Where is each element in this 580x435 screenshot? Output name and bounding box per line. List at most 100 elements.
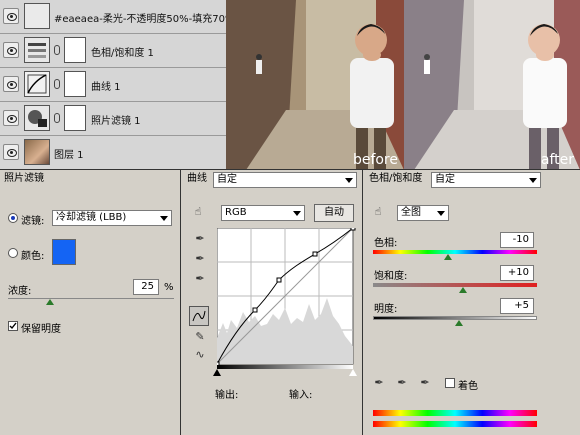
hue-input[interactable]: -10 [500,232,534,248]
chevron-down-icon [345,178,353,183]
saturation-label: 饱和度: [374,271,408,282]
gray-eyedropper-icon[interactable]: ✒ [193,252,207,266]
output-label: 输出: [215,390,239,401]
lightness-label: 明度: [374,304,398,315]
hue-saturation-adjustment-icon [24,37,50,63]
eye-icon[interactable] [3,110,19,126]
layer-thumbnail [24,3,50,29]
hue-label: 色相: [374,238,398,249]
density-slider-handle[interactable] [45,299,54,305]
hue-sat-preset-value: 自定 [435,174,455,185]
filter-value: 冷却滤镜 (LBB) [56,212,127,223]
chevron-down-icon [293,211,301,216]
density-slider-track[interactable] [8,298,174,299]
chevron-down-icon [160,216,168,221]
saturation-input[interactable]: +10 [500,265,534,281]
curves-adjustment-icon [24,71,50,97]
color-radio[interactable] [8,248,18,258]
input-label: 输入: [289,390,313,401]
layer-row[interactable]: 照片滤镜 1 [0,102,226,136]
density-label: 浓度: [8,286,32,297]
color-bar-top [373,410,537,416]
chevron-down-icon [529,178,537,183]
colorize-label: 着色 [458,381,478,392]
curves-graph[interactable] [217,228,357,370]
after-photo: after [404,0,580,170]
auto-button[interactable]: 自动 [314,204,354,222]
range-value: 全图 [401,207,421,218]
photo-filter-adjustment-icon [24,105,50,131]
eye-icon[interactable] [3,8,19,24]
layer-row[interactable]: 色相/饱和度 1 [0,34,226,68]
curves-preset-value: 自定 [217,174,237,185]
curves-panel: 曲线 自定 ☝ RGB 自动 ✒ ✒ ✒ ✎ ∿ 输出: 输入: [181,170,362,435]
density-unit: % [164,282,174,293]
layer-name: 照片滤镜 1 [91,116,141,127]
layers-panel: #eaeaea-柔光-不透明度50%-填充70% 色相/饱和度 1 曲线 1 照… [0,0,235,170]
before-caption: before [352,152,398,168]
panel-title: 曲线 [187,173,207,184]
eyedropper-icon[interactable]: ✒ [372,376,386,390]
filter-radio[interactable] [8,213,18,223]
hue-slider-handle[interactable] [444,254,452,260]
layer-name: 曲线 1 [91,82,121,93]
color-swatch[interactable] [52,239,76,265]
colorize-checkbox[interactable] [445,378,455,388]
link-icon [54,113,60,123]
saturation-slider-handle[interactable] [459,287,467,293]
panel-divider [0,169,580,170]
comparison-photos: before after [226,0,580,170]
layer-name: 图层 1 [54,150,84,161]
link-icon [54,79,60,89]
before-photo: before [226,0,404,170]
link-icon [54,45,60,55]
photo-filter-panel: 照片滤镜 滤镜: 冷却滤镜 (LBB) 颜色: 浓度: 25 % 保留明度 [0,170,180,435]
layer-row[interactable]: 曲线 1 [0,68,226,102]
preserve-luminosity-checkbox[interactable] [8,321,18,331]
layer-row[interactable]: 图层 1 [0,136,226,169]
layer-thumbnail [24,139,50,165]
filter-label: 滤镜: [21,216,45,227]
channel-select[interactable]: RGB [221,205,305,221]
target-adjust-icon[interactable]: ☝ [371,205,385,219]
eye-icon[interactable] [3,76,19,92]
curves-preset-select[interactable]: 自定 [213,172,357,188]
pencil-icon[interactable]: ✎ [193,330,207,344]
curve-point-tool-icon[interactable] [189,306,209,326]
white-point-slider[interactable] [349,369,357,376]
layer-mask [64,105,86,131]
panel-divider [362,170,363,435]
panel-divider [180,170,181,435]
panel-title: 色相/饱和度 [369,173,423,184]
eye-icon[interactable] [3,42,19,58]
density-input[interactable]: 25 [133,279,159,295]
hue-slider-track[interactable] [373,250,537,254]
color-label: 颜色: [21,251,45,262]
color-bar-bottom [373,421,537,427]
eyedropper-minus-icon[interactable]: ✒ [418,376,432,390]
eyedropper-plus-icon[interactable]: ✒ [395,376,409,390]
chevron-down-icon [437,211,445,216]
saturation-slider-track[interactable] [373,283,537,287]
panel-title: 照片滤镜 [4,173,44,184]
after-caption: after [540,152,574,168]
eye-icon[interactable] [3,144,19,160]
filter-select[interactable]: 冷却滤镜 (LBB) [52,210,172,226]
white-eyedropper-icon[interactable]: ✒ [193,272,207,286]
lightness-input[interactable]: +5 [500,298,534,314]
hue-sat-preset-select[interactable]: 自定 [431,172,541,188]
channel-value: RGB [225,207,247,218]
hue-saturation-panel: 色相/饱和度 自定 ☝ 全图 色相: -10 饱和度: +10 明度: +5 ✒… [363,170,580,435]
layer-name: 色相/饱和度 1 [91,48,154,59]
smooth-icon[interactable]: ∿ [193,348,207,362]
layer-mask [64,71,86,97]
range-select[interactable]: 全图 [397,205,449,221]
layer-mask [64,37,86,63]
layer-name: #eaeaea-柔光-不透明度50%-填充70% [54,14,235,25]
black-eyedropper-icon[interactable]: ✒ [193,232,207,246]
target-adjust-icon[interactable]: ☝ [191,205,205,219]
preserve-luminosity-label: 保留明度 [21,324,61,335]
layer-row[interactable]: #eaeaea-柔光-不透明度50%-填充70% [0,0,235,34]
lightness-slider-handle[interactable] [455,320,463,326]
black-point-slider[interactable] [213,369,221,376]
